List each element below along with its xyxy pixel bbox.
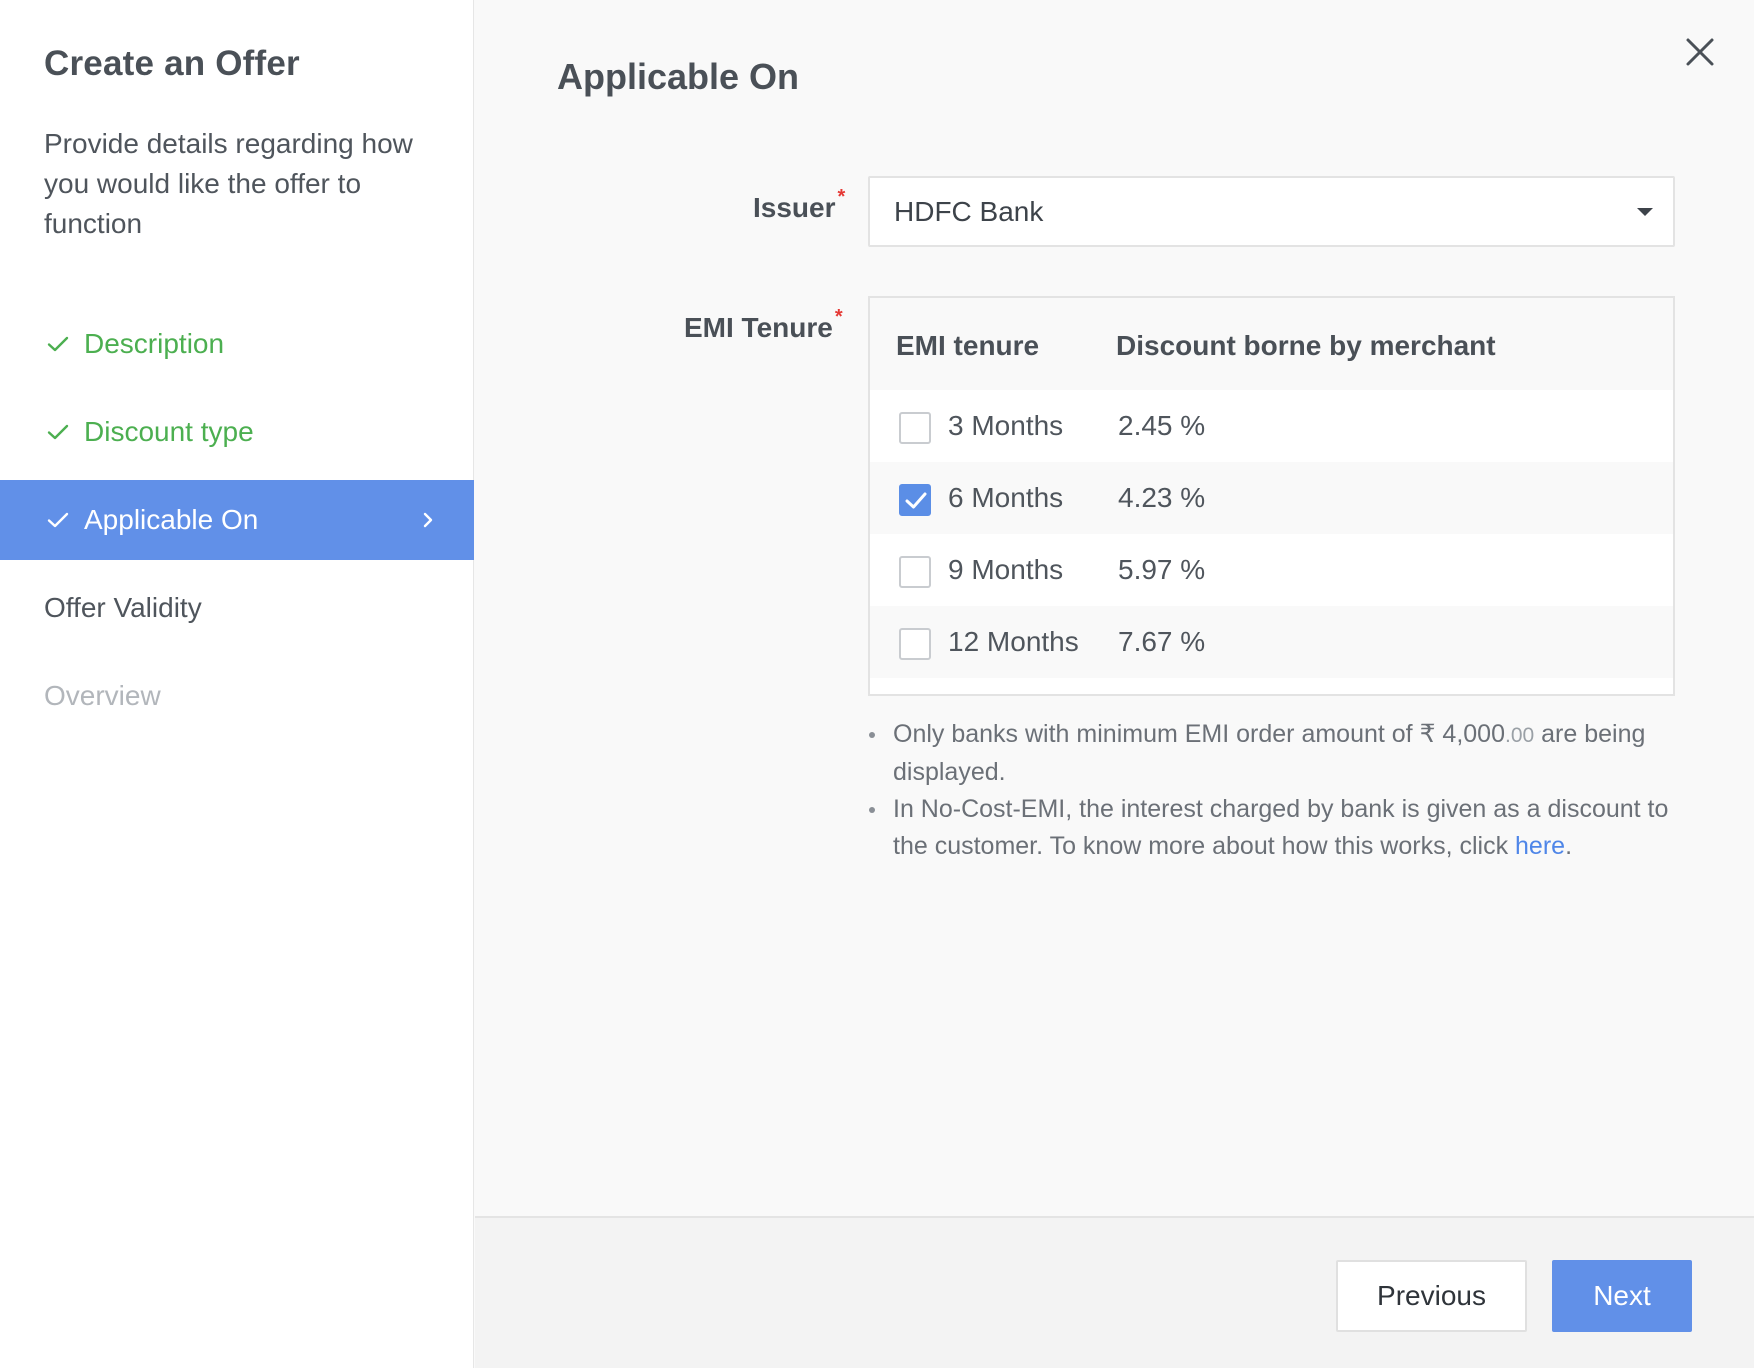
info-notes: Only banks with minimum EMI order amount… (863, 716, 1683, 865)
issuer-label-text: Issuer (753, 192, 836, 223)
discount-value: 7.67 % (1118, 626, 1206, 657)
next-button[interactable]: Next (1552, 1260, 1692, 1332)
issuer-select[interactable]: HDFC Bank (868, 176, 1675, 247)
required-mark: * (834, 306, 843, 328)
issuer-selected-value: HDFC Bank (894, 195, 1044, 227)
tenure-value: 9 Months (948, 554, 1064, 585)
main-panel: Applicable On Issuer * HDFC Bank EMI Tenu… (475, 0, 1754, 1216)
emi-tenure-label-text: EMI Tenure (684, 312, 833, 343)
discount-value: 5.97 % (1118, 554, 1206, 585)
amount-decimal: .00 (1505, 724, 1535, 747)
emi-tenure-label: EMI Tenure * (684, 306, 843, 344)
checkbox-9-months[interactable] (899, 556, 931, 588)
chevron-right-icon (414, 506, 442, 534)
step-label: Applicable On (84, 504, 259, 535)
step-description[interactable]: Description (0, 304, 474, 384)
note-min-amount: Only banks with minimum EMI order amount… (863, 716, 1683, 791)
here-link[interactable]: here (1515, 832, 1565, 860)
amount-value: 4,000 (1435, 720, 1505, 748)
sidebar: Create an Offer Provide details regardin… (0, 0, 474, 1368)
checkbox-3-months[interactable] (899, 412, 931, 444)
step-label: Offer Validity (44, 592, 202, 623)
tenure-value: 12 Months (948, 626, 1079, 657)
checkbox-12-months[interactable] (899, 628, 931, 660)
check-icon (44, 418, 72, 446)
sidebar-title: Create an Offer (44, 44, 300, 83)
note-text: Only banks with minimum EMI order amount… (893, 720, 1420, 748)
table-row[interactable]: 12 Months 7.67 % (870, 606, 1673, 678)
column-header-discount: Discount borne by merchant (1116, 330, 1496, 361)
tenure-value: 6 Months (948, 482, 1064, 513)
column-header-emi-tenure: EMI tenure (896, 330, 1040, 361)
step-label: Description (84, 328, 225, 359)
step-offer-validity[interactable]: Offer Validity (0, 568, 474, 648)
close-button[interactable] (1682, 34, 1718, 70)
required-mark: * (837, 186, 846, 208)
step-label: Overview (44, 680, 161, 711)
checkbox-6-months[interactable] (899, 484, 931, 516)
table-row[interactable]: 6 Months 4.23 % (870, 462, 1673, 534)
check-icon (44, 330, 72, 358)
check-icon (44, 506, 72, 534)
step-applicable-on[interactable]: Applicable On (0, 480, 474, 560)
discount-value: 4.23 % (1118, 482, 1206, 513)
table-row[interactable]: 3 Months 2.45 % (870, 390, 1673, 462)
step-discount-type[interactable]: Discount type (0, 392, 474, 472)
tenure-value: 3 Months (948, 410, 1064, 441)
step-overview: Overview (0, 656, 474, 736)
emi-tenure-table: EMI tenure Discount borne by merchant 3 … (868, 296, 1675, 696)
issuer-label: Issuer * (753, 186, 845, 224)
footer: Previous Next (475, 1216, 1754, 1368)
discount-value: 2.45 % (1118, 410, 1206, 441)
currency-symbol: ₹ (1419, 720, 1436, 748)
page-title: Applicable On (557, 56, 800, 97)
previous-button[interactable]: Previous (1336, 1260, 1527, 1332)
close-icon (1686, 38, 1714, 66)
checkmark-icon (905, 492, 927, 509)
note-no-cost-emi: In No-Cost-EMI, the interest charged by … (863, 791, 1683, 865)
sidebar-description: Provide details regarding how you would … (44, 128, 413, 239)
note-text: . (1565, 832, 1573, 860)
table-header: EMI tenure Discount borne by merchant (870, 298, 1673, 390)
step-label: Discount type (84, 416, 254, 447)
caret-down-icon (1637, 208, 1653, 216)
table-row[interactable]: 9 Months 5.97 % (870, 534, 1673, 606)
